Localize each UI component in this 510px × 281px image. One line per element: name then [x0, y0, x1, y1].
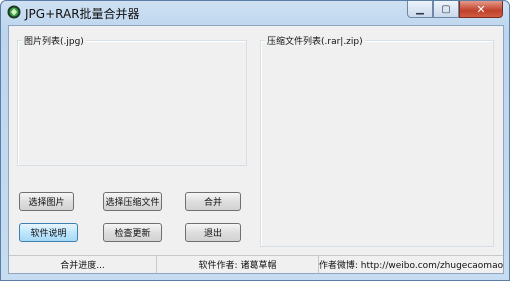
maximize-icon: ▢ [441, 3, 451, 15]
minimize-icon: ▁ [416, 3, 424, 15]
archive-list-group[interactable]: 压缩文件列表(.rar|.zip) [260, 34, 494, 247]
select-archive-button[interactable]: 选择压缩文件 [103, 192, 162, 211]
status-progress: 合并进度... [9, 256, 157, 273]
archive-list-label: 压缩文件列表(.rar|.zip) [265, 34, 365, 47]
check-update-button[interactable]: 检查更新 [103, 223, 162, 242]
image-list-label: 图片列表(.jpg) [22, 34, 86, 47]
status-author: 软件作者: 诸葛草帽 [157, 256, 319, 273]
select-images-button[interactable]: 选择图片 [19, 192, 74, 211]
image-list-group[interactable]: 图片列表(.jpg) [17, 34, 247, 166]
window-title: JPG+RAR批量合并器 [25, 7, 140, 21]
software-info-button[interactable]: 软件说明 [19, 223, 78, 242]
client-area: 图片列表(.jpg) 压缩文件列表(.rar|.zip) 选择图片 选择压缩文件… [8, 25, 504, 274]
app-icon [7, 5, 21, 19]
exit-button[interactable]: 退出 [185, 223, 241, 242]
maximize-button[interactable]: ▢ [433, 1, 459, 18]
caption-buttons: ▁ ▢ ✕ [407, 1, 503, 19]
app-window: JPG+RAR批量合并器 ▁ ▢ ✕ 图片列表(.jpg) 压缩文件列表(.ra… [0, 0, 510, 281]
merge-button[interactable]: 合并 [185, 192, 241, 211]
minimize-button[interactable]: ▁ [407, 1, 433, 18]
status-bar: 合并进度... 软件作者: 诸葛草帽 作者微博: http://weibo.co… [9, 255, 503, 273]
close-button[interactable]: ✕ [459, 1, 503, 18]
title-bar[interactable]: JPG+RAR批量合并器 ▁ ▢ ✕ [1, 1, 509, 25]
close-icon: ✕ [476, 2, 486, 16]
status-weibo: 作者微博: http://weibo.com/zhugecaomao [319, 261, 503, 271]
